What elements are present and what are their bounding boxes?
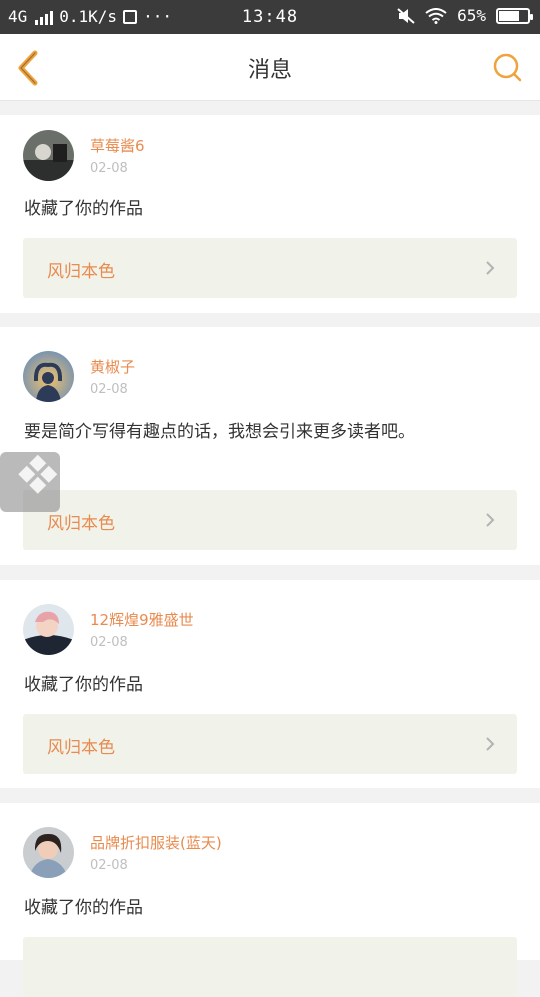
work-title: 风归本色 (47, 738, 115, 758)
chevron-right-icon (486, 513, 495, 527)
message-date: 02-08 (90, 858, 128, 873)
diamond-grid-icon (18, 454, 58, 494)
avatar[interactable] (23, 130, 74, 181)
work-link[interactable]: 风归本色 (23, 238, 517, 298)
message-date: 02-08 (90, 635, 128, 650)
message-card[interactable]: 12辉煌9雅盛世 02-08 收藏了你的作品 风归本色 (0, 580, 540, 788)
message-text: 收藏了你的作品 (24, 675, 143, 695)
message-card[interactable]: 草莓酱6 02-08 收藏了你的作品 风归本色 (0, 115, 540, 313)
avatar-image (23, 130, 74, 181)
work-link[interactable]: 风归本色 (23, 490, 517, 550)
chevron-right-icon (486, 737, 495, 751)
status-right: 65% (397, 6, 533, 25)
username[interactable]: 草莓酱6 (90, 135, 145, 156)
avatar[interactable] (23, 827, 74, 878)
page-title: 消息 (247, 58, 292, 83)
message-date: 02-08 (90, 161, 128, 176)
mute-icon (397, 7, 415, 24)
message-card[interactable]: 黄椒子 02-08 要是简介写得有趣点的话，我想会引来更多读者吧。 风归本色 (0, 327, 540, 565)
username[interactable]: 12辉煌9雅盛世 (90, 609, 194, 630)
message-text: 收藏了你的作品 (24, 199, 143, 219)
work-link[interactable] (23, 937, 517, 997)
username[interactable]: 黄椒子 (90, 356, 135, 377)
wifi-icon (425, 7, 447, 24)
avatar-image (23, 827, 74, 878)
app-header: 消息 (0, 34, 540, 101)
message-card[interactable]: 品牌折扣服装(蓝天) 02-08 收藏了你的作品 (0, 803, 540, 997)
status-bar: 4G 0.1K/s ··· 13:48 65% (0, 0, 540, 34)
avatar-image (23, 351, 74, 402)
battery-percent: 65% (457, 6, 486, 25)
message-text: 要是简介写得有趣点的话，我想会引来更多读者吧。 (24, 422, 415, 442)
avatar[interactable] (23, 604, 74, 655)
floating-assist-button[interactable] (0, 452, 60, 512)
search-icon[interactable] (492, 52, 522, 82)
work-title: 风归本色 (47, 514, 115, 534)
work-title: 风归本色 (47, 262, 115, 282)
message-date: 02-08 (90, 382, 128, 397)
battery-icon (496, 7, 533, 24)
message-text: 收藏了你的作品 (24, 898, 143, 918)
chevron-right-icon (486, 261, 495, 275)
work-link[interactable]: 风归本色 (23, 714, 517, 774)
username[interactable]: 品牌折扣服装(蓝天) (90, 832, 222, 853)
avatar-image (23, 604, 74, 655)
avatar[interactable] (23, 351, 74, 402)
